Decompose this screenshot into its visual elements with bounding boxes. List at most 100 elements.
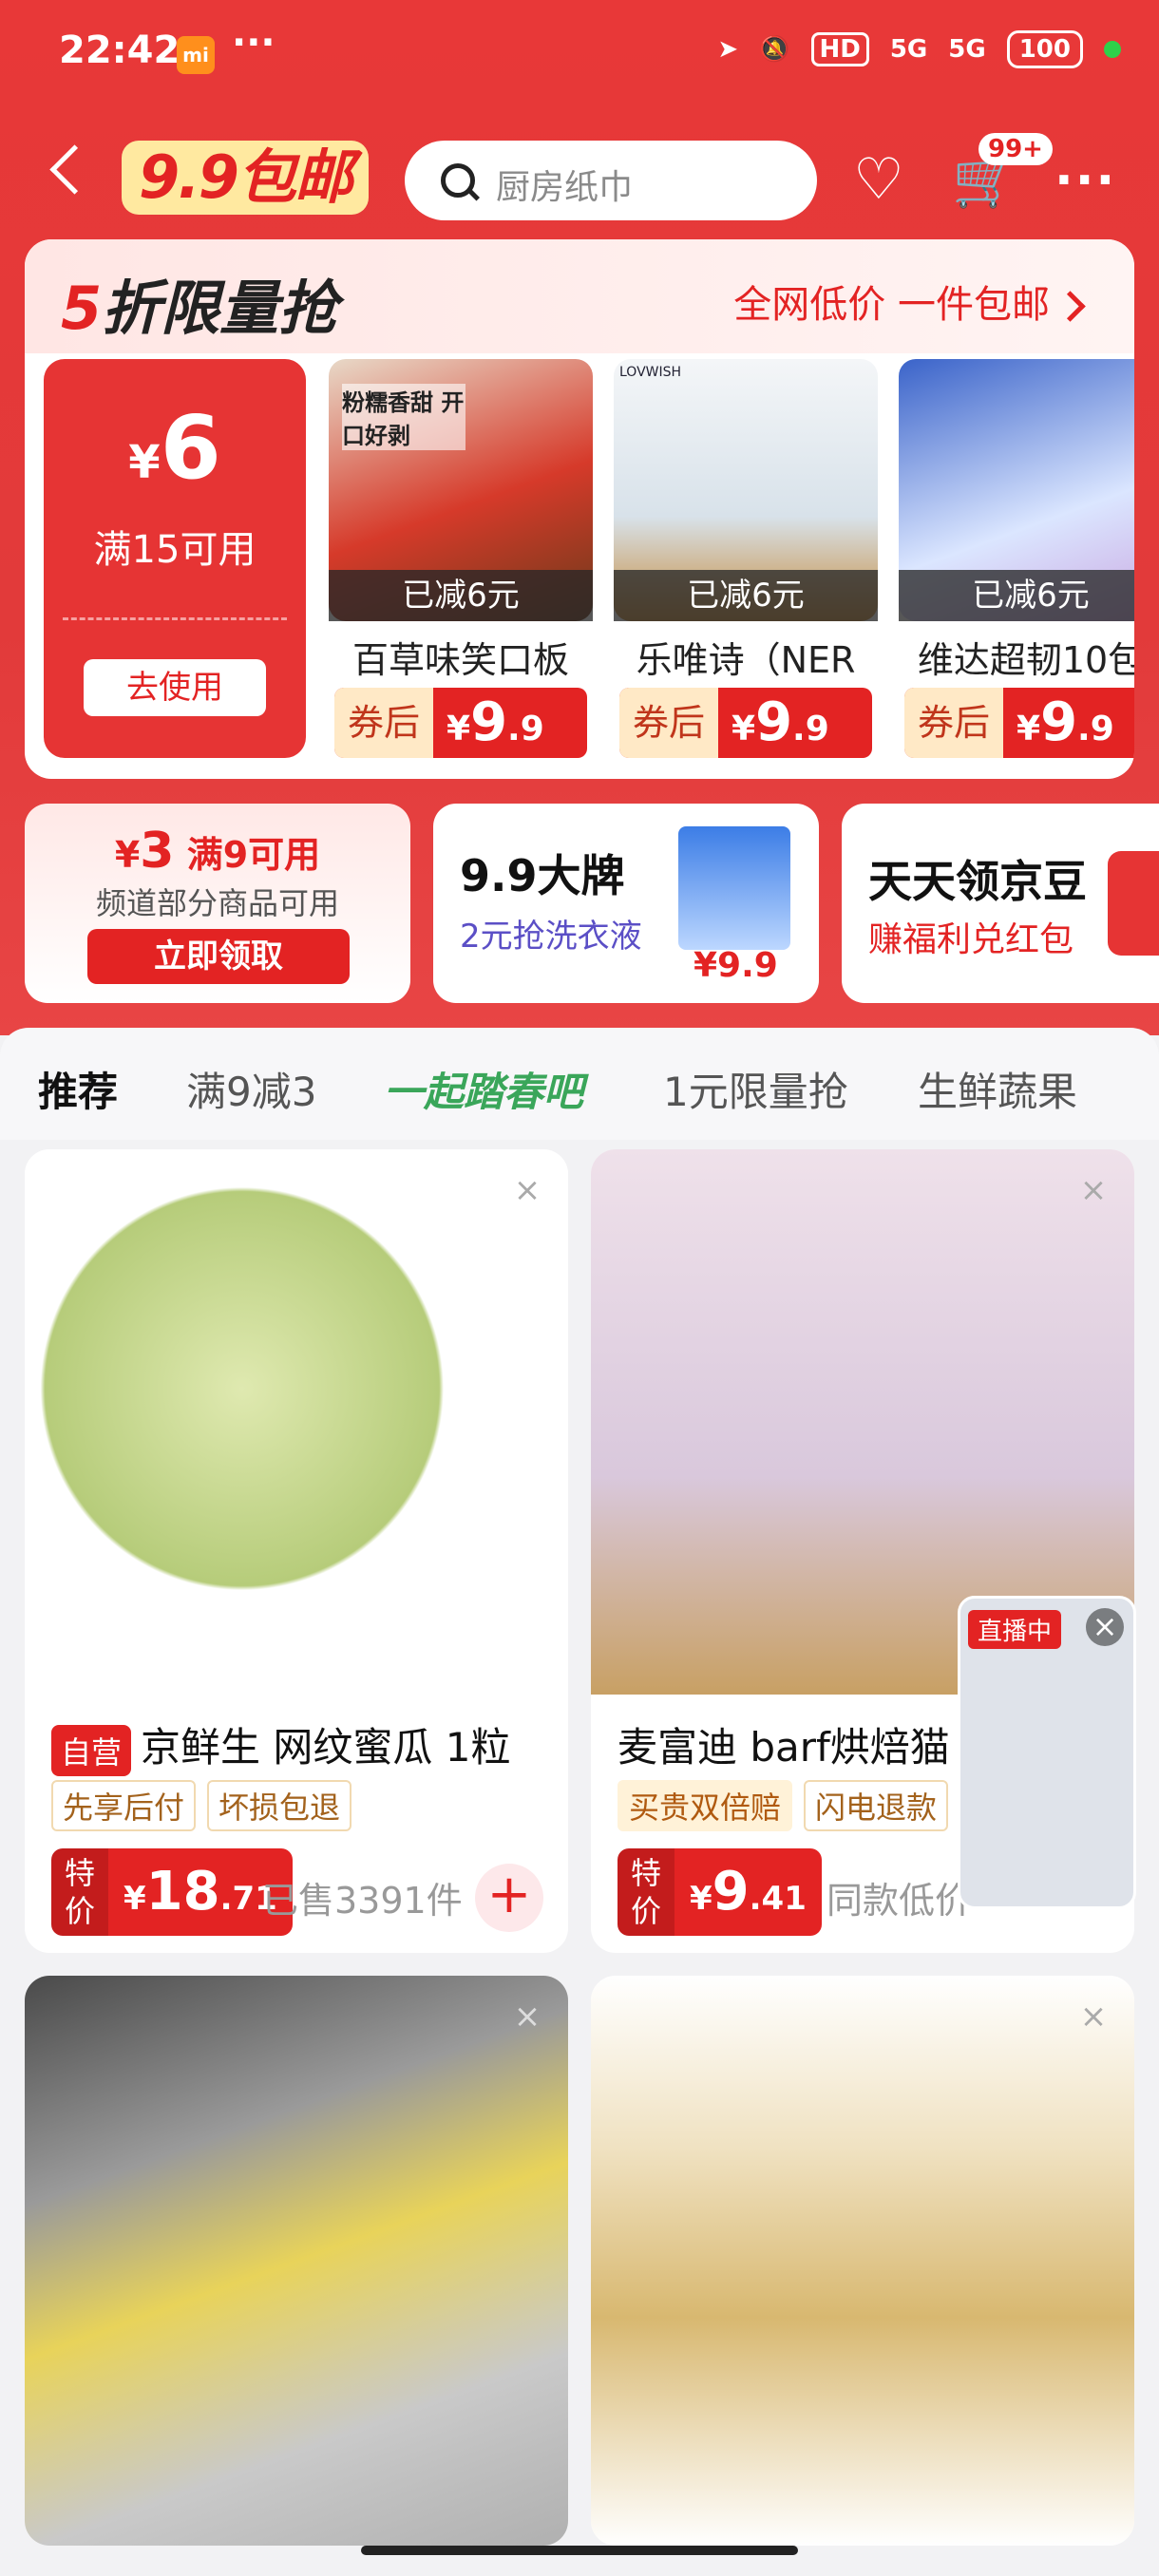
price-block: 特价 ¥9.41 bbox=[618, 1848, 822, 1936]
tab-1-yuan[interactable]: 1元限量抢 bbox=[663, 1060, 848, 1118]
claim-coupon-button[interactable]: 立即领取 bbox=[87, 929, 350, 984]
location-icon: ➤ bbox=[717, 35, 739, 64]
coupon-3-card[interactable]: ¥3 满9可用 频道部分商品可用 立即领取 bbox=[25, 804, 410, 1003]
flash-sale-card: 5折限量抢 全网低价 一件包邮 ¥6 满15可用 去使用 粉糯香甜 开口好剥 已… bbox=[25, 239, 1134, 779]
discount-label: 已减6元 bbox=[329, 570, 593, 621]
category-tabs: 推荐 满9减3 一起踏春吧 1元限量抢 生鲜蔬果 bbox=[0, 1028, 1159, 1140]
product-image-caption: LOVWISH bbox=[619, 365, 682, 380]
price-decimal: .41 bbox=[749, 1880, 807, 1918]
product-name: 百草味笑口板 bbox=[352, 639, 569, 681]
product-card-noodles[interactable]: × bbox=[591, 1976, 1134, 2546]
special-price-label: 特价 bbox=[618, 1848, 674, 1936]
currency: ¥ bbox=[114, 834, 141, 876]
coupon-6[interactable]: ¥6 满15可用 去使用 bbox=[44, 359, 306, 758]
coupon-amount-value: 6 bbox=[160, 397, 221, 499]
live-label: 直播中 bbox=[968, 1610, 1062, 1649]
product-image bbox=[25, 1976, 568, 2546]
after-coupon-label: 券后 bbox=[904, 688, 1003, 758]
currency: ¥ bbox=[732, 710, 756, 748]
close-icon[interactable]: × bbox=[513, 2000, 542, 2033]
big-brand-title: 9.9大牌 bbox=[460, 850, 625, 901]
self-operated-badge: 自营 bbox=[51, 1724, 132, 1776]
mi-app-icon: mi bbox=[177, 36, 215, 74]
price-tag: 券后 ¥9.9 bbox=[334, 688, 587, 758]
price-value: ¥9.41 bbox=[674, 1848, 822, 1936]
status-time: 22:42 bbox=[59, 28, 180, 72]
product-card-melon[interactable]: × 自营 京鲜生 网纹蜜瓜 1粒 先享后付 坏损包退 特价 ¥18.71 已售33… bbox=[25, 1149, 568, 1953]
currency: ¥ bbox=[446, 710, 471, 748]
flash-product-1[interactable]: 粉糯香甜 开口好剥 已减6元 百草味笑口板 券后 ¥9.9 bbox=[329, 359, 593, 758]
tag: 坏损包退 bbox=[207, 1780, 352, 1831]
tab-spring[interactable]: 一起踏春吧 bbox=[384, 1060, 583, 1118]
flash-product-3[interactable]: 已减6元 维达超韧10包 券后 ¥9.9 bbox=[899, 359, 1134, 758]
big-brand-card[interactable]: 9.9大牌 2元抢洗衣液 ¥9.9 bbox=[433, 804, 819, 1003]
use-coupon-button[interactable]: 去使用 bbox=[84, 659, 266, 716]
search-placeholder: 厨房纸巾 bbox=[496, 168, 634, 207]
red-envelope-icon bbox=[1108, 851, 1159, 956]
add-to-cart-button[interactable]: + bbox=[475, 1864, 543, 1932]
channel-logo: 9.9包邮 bbox=[122, 141, 369, 215]
product-tags: 先享后付 坏损包退 bbox=[51, 1780, 352, 1831]
search-box[interactable]: 厨房纸巾 bbox=[405, 141, 817, 220]
chevron-right-icon bbox=[1054, 291, 1086, 322]
price-value: ¥9.9 bbox=[1016, 688, 1114, 758]
back-arrow-icon[interactable] bbox=[49, 144, 100, 195]
price-value: ¥9.9 bbox=[446, 688, 544, 758]
currency: ¥ bbox=[690, 1880, 712, 1918]
tab-9-minus-3[interactable]: 满9减3 bbox=[186, 1060, 316, 1118]
product-title-text: 京鲜生 网纹蜜瓜 1粒 bbox=[141, 1724, 511, 1771]
flash-product-2[interactable]: LOVWISH 已减6元 乐唯诗（NER 券后 ¥9.9 bbox=[614, 359, 878, 758]
price-decimal: .9 bbox=[792, 710, 829, 748]
close-live-icon[interactable]: × bbox=[1086, 1608, 1124, 1646]
price-int: 9 bbox=[755, 691, 793, 753]
sold-count: 已售3391件 bbox=[262, 1880, 463, 1922]
jd-beans-card[interactable]: 天天领京豆 赚福利兑红包 bbox=[842, 804, 1159, 1003]
price-tag: 券后 ¥9.9 bbox=[619, 688, 872, 758]
flash-sale-subtitle-link[interactable]: 全网低价 一件包邮 bbox=[733, 274, 1086, 329]
currency: ¥ bbox=[124, 1880, 146, 1918]
big-brand-price: ¥9.9 bbox=[694, 946, 778, 985]
signal-icon-1: 5G bbox=[889, 35, 928, 64]
price-decimal: .9 bbox=[507, 710, 544, 748]
coupon-condition: 满15可用 bbox=[93, 528, 256, 572]
live-stream-window[interactable]: 直播中 × bbox=[958, 1596, 1136, 1909]
price-block: 特价 ¥18.71 bbox=[51, 1848, 293, 1936]
product-tags: 买贵双倍赔 闪电退款 bbox=[618, 1780, 949, 1831]
flash-sale-title: 5折限量抢 bbox=[61, 260, 337, 346]
low-price-label: 同款低价 bbox=[826, 1880, 972, 1922]
search-icon bbox=[441, 163, 475, 198]
favorite-heart-icon[interactable]: ♡ bbox=[853, 151, 908, 208]
special-price-label: 特价 bbox=[51, 1848, 108, 1936]
jd-beans-subtitle: 赚福利兑红包 bbox=[868, 920, 1074, 959]
status-more-dots: ··· bbox=[232, 21, 276, 65]
detergent-product-image bbox=[678, 826, 790, 950]
product-name: 乐唯诗（NER bbox=[636, 639, 856, 681]
close-icon[interactable]: × bbox=[1079, 1174, 1108, 1206]
price-int: 18 bbox=[145, 1861, 220, 1923]
tab-recommend[interactable]: 推荐 bbox=[38, 1060, 118, 1118]
tab-fresh[interactable]: 生鲜蔬果 bbox=[918, 1060, 1077, 1118]
close-icon[interactable]: × bbox=[1079, 2000, 1108, 2033]
close-icon[interactable]: × bbox=[513, 1174, 542, 1206]
battery-icon: 100 bbox=[1006, 30, 1083, 68]
tag: 先享后付 bbox=[51, 1780, 197, 1831]
product-image-caption: 粉糯香甜 开口好剥 bbox=[342, 384, 466, 450]
big-brand-subtitle: 2元抢洗衣液 bbox=[460, 918, 642, 956]
after-coupon-label: 券后 bbox=[619, 688, 718, 758]
product-card-banana[interactable]: × bbox=[25, 1976, 568, 2546]
more-menu-icon[interactable]: ··· bbox=[1054, 152, 1116, 209]
jd-beans-title: 天天领京豆 bbox=[868, 856, 1087, 907]
coupon-amount: ¥6 bbox=[44, 397, 306, 499]
product-image bbox=[591, 1976, 1134, 2546]
product-image bbox=[25, 1149, 568, 1681]
product-name: 维达超韧10包 bbox=[917, 639, 1134, 681]
price-decimal: .9 bbox=[1077, 710, 1114, 748]
privacy-dot-icon bbox=[1104, 41, 1121, 58]
home-indicator[interactable] bbox=[361, 2546, 798, 2555]
coupon-3-amount: 3 bbox=[140, 823, 175, 880]
product-title: 自营 京鲜生 网纹蜜瓜 1粒 bbox=[51, 1715, 510, 1776]
price-value: ¥9.9 bbox=[732, 688, 829, 758]
cart-badge: 99+ bbox=[978, 133, 1053, 165]
coupon-3-title: ¥3 满9可用 bbox=[25, 823, 410, 880]
price-int: 9 bbox=[712, 1861, 750, 1923]
